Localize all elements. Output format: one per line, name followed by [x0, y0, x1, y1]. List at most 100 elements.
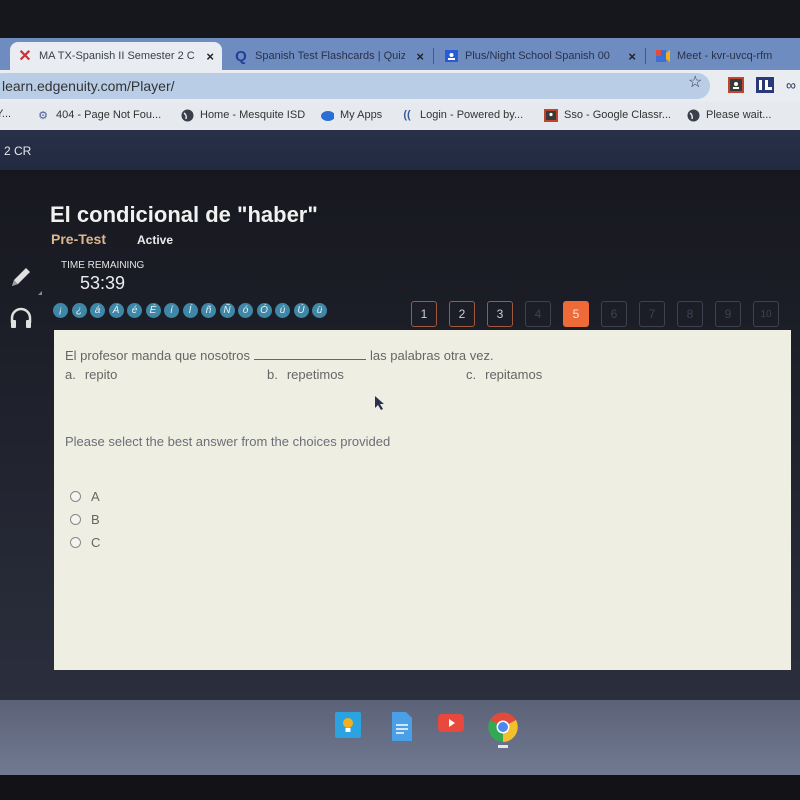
bookmark-item[interactable]: Home - Mesquite ISD: [180, 108, 305, 122]
answer-blank: [254, 349, 366, 360]
option-c[interactable]: C: [70, 535, 100, 550]
globe-icon: [686, 108, 700, 122]
youtube-icon[interactable]: [438, 712, 466, 740]
bookmark-item[interactable]: ⚙ 404 - Page Not Fou...: [36, 108, 161, 122]
chrome-icon[interactable]: [488, 712, 518, 742]
reader-extension-icon[interactable]: [756, 77, 774, 93]
radio-button[interactable]: [70, 514, 81, 525]
accent-button[interactable]: é: [127, 303, 142, 318]
option-b[interactable]: B: [70, 512, 100, 527]
accent-button[interactable]: Ñ: [219, 303, 235, 318]
accent-button[interactable]: Í: [182, 303, 198, 318]
question-nav-button[interactable]: 3: [487, 301, 513, 327]
monitor-bezel-bottom: [0, 775, 800, 800]
accent-button[interactable]: ¡: [53, 303, 68, 318]
accent-button[interactable]: ñ: [201, 303, 216, 318]
tab-quizlet[interactable]: Q Spanish Test Flashcards | Quiz ×: [226, 42, 432, 70]
tab-separator: [645, 48, 646, 64]
tab-label: MA TX-Spanish II Semester 2 C: [39, 50, 195, 62]
accent-keyboard: ¡ ¿ á Áé Éí Íñ Ñó Óú Úü: [53, 303, 327, 318]
address-bar[interactable]: learn.edgenuity.com/Player/: [0, 73, 710, 99]
accent-button[interactable]: á: [90, 303, 105, 318]
accent-button[interactable]: Ú: [293, 303, 309, 318]
classroom-icon: [544, 108, 558, 122]
question-nav-button[interactable]: 1: [411, 301, 437, 327]
docs-icon[interactable]: [390, 712, 418, 741]
question-nav-button: 8: [677, 301, 703, 327]
bookmark-label: Login - Powered by...: [420, 109, 524, 121]
pencil-icon[interactable]: [9, 265, 33, 294]
bookmark-item[interactable]: Please wait...: [686, 108, 771, 122]
classroom-extension-icon[interactable]: [728, 77, 744, 93]
assessment-type: Pre-Test: [51, 231, 106, 247]
tab-meet[interactable]: Meet - kvr-uvcq-rfm: [648, 42, 800, 70]
extension-icon[interactable]: ∞: [786, 77, 800, 93]
accent-button[interactable]: ó: [238, 303, 253, 318]
lesson-title: El condicional de "haber": [50, 202, 318, 227]
bookmark-item[interactable]: Y...: [0, 108, 11, 120]
meet-icon: [656, 49, 670, 63]
accent-button[interactable]: ¿: [71, 303, 87, 318]
tab-strip: ✕ MA TX-Spanish II Semester 2 C × Q Span…: [0, 38, 800, 70]
radio-button[interactable]: [70, 537, 81, 548]
time-remaining-value: 53:39: [80, 273, 126, 293]
tab-separator: [433, 48, 434, 64]
tab-edgenuity[interactable]: ✕ MA TX-Spanish II Semester 2 C ×: [10, 42, 222, 70]
bookmark-label: Sso - Google Classr...: [564, 109, 671, 121]
tab-label: Spanish Test Flashcards | Quiz: [255, 50, 405, 62]
course-label: 2 CR: [4, 144, 32, 158]
instruction-text: Please select the best answer from the c…: [65, 434, 391, 449]
bookmark-item[interactable]: Sso - Google Classr...: [544, 108, 671, 122]
bookmark-label: Please wait...: [706, 109, 772, 121]
question-nav-button: 6: [601, 301, 627, 327]
accent-button[interactable]: Á: [108, 303, 124, 318]
question-panel: El profesor manda que nosotros las palabr…: [54, 330, 791, 670]
close-icon[interactable]: ×: [206, 49, 214, 64]
bookmarks-bar: Y... ⚙ 404 - Page Not Fou... Home - Mesq…: [0, 102, 800, 130]
question-nav-button: 7: [639, 301, 665, 327]
choice-b: b. repetimos: [267, 367, 344, 382]
headphones-icon[interactable]: [9, 307, 33, 334]
url-text: learn.edgenuity.com/Player/: [2, 78, 175, 94]
quizlet-icon: Q: [235, 47, 247, 65]
accent-button[interactable]: É: [145, 303, 161, 318]
bookmark-label: My Apps: [340, 109, 383, 121]
running-app-indicator: [498, 745, 508, 748]
tab-label: Meet - kvr-uvcq-rfm: [677, 50, 773, 62]
close-icon[interactable]: ×: [416, 49, 424, 64]
question-nav-button: 10: [753, 301, 779, 327]
wifi-logo-icon: ((: [403, 109, 411, 121]
question-text: El profesor manda que nosotros las palabr…: [65, 348, 494, 363]
os-shelf: [0, 700, 800, 775]
radio-button[interactable]: [70, 491, 81, 502]
cloud-icon: [320, 108, 334, 122]
accent-button[interactable]: ú: [275, 303, 290, 318]
bookmark-star-icon[interactable]: ☆: [688, 72, 702, 92]
time-remaining-label: TIME REMAINING: [61, 260, 145, 271]
accent-button[interactable]: ü: [312, 303, 327, 318]
edgenuity-x-icon: ✕: [18, 48, 32, 65]
question-text-before: El profesor manda que nosotros: [65, 348, 250, 363]
option-a[interactable]: A: [70, 489, 100, 504]
bookmark-item[interactable]: (( Login - Powered by...: [400, 108, 523, 122]
lesson-player: El condicional de "haber" Pre-Test Activ…: [0, 170, 800, 700]
question-navigator: 1 2 3 4 5 6 7 8 9 10: [411, 301, 779, 327]
tab-classroom[interactable]: Plus/Night School Spanish 00 ×: [436, 42, 644, 70]
accent-button[interactable]: Ó: [256, 303, 272, 318]
bookmark-label: Home - Mesquite ISD: [200, 109, 306, 121]
monitor-bezel: [0, 0, 800, 38]
bookmark-item[interactable]: My Apps: [320, 108, 382, 122]
question-nav-button[interactable]: 5: [563, 301, 589, 327]
globe-icon: [180, 108, 194, 122]
choice-c: c. repitamos: [466, 367, 543, 382]
close-icon[interactable]: ×: [628, 49, 636, 64]
question-nav-button[interactable]: 2: [449, 301, 475, 327]
keep-icon[interactable]: [335, 712, 363, 740]
accent-button[interactable]: í: [164, 303, 179, 318]
browser-toolbar: learn.edgenuity.com/Player/ ☆ ∞: [0, 70, 800, 102]
bookmark-label: 404 - Page Not Fou...: [56, 109, 162, 121]
screen: ✕ MA TX-Spanish II Semester 2 C × Q Span…: [0, 0, 800, 800]
question-nav-button: 4: [525, 301, 551, 327]
choice-a: a. repito: [65, 367, 118, 382]
status-badge: Active: [137, 233, 174, 247]
